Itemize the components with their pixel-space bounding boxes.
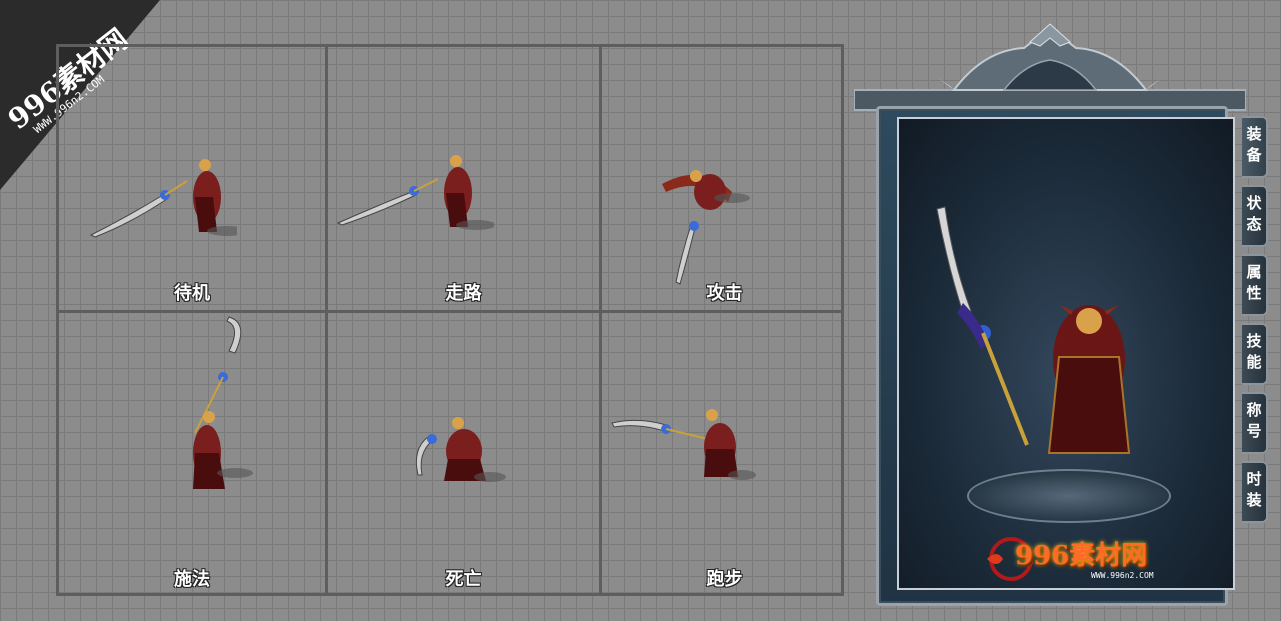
cast-character-sprite xyxy=(193,316,253,489)
sprite-cell-cast: 施法 xyxy=(59,313,325,596)
tab-fashion[interactable]: 时装 xyxy=(1242,461,1268,523)
cell-label: 跑步 xyxy=(706,569,743,590)
sprite-cell-walk: 走路 xyxy=(328,47,599,310)
character-view: 996素材网 WWW.996n2.COM xyxy=(897,117,1235,590)
sprite-cell-attack: 攻击 xyxy=(602,47,847,310)
logo-url: WWW.996n2.COM xyxy=(1091,571,1154,580)
tab-skills[interactable]: 技能 xyxy=(1242,323,1268,385)
logo-text: 996素材网 xyxy=(1015,541,1148,571)
site-logo: 996素材网 WWW.996n2.COM xyxy=(981,529,1181,589)
character-panel: 996素材网 WWW.996n2.COM 装备 状态 属性 技能 称号 时装 xyxy=(850,20,1275,610)
cell-label: 待机 xyxy=(174,283,210,304)
cell-label: 攻击 xyxy=(706,283,743,304)
attack-character-sprite xyxy=(662,170,750,285)
tab-status[interactable]: 状态 xyxy=(1242,185,1268,247)
character-frame: 996素材网 WWW.996n2.COM xyxy=(876,106,1235,606)
tab-attributes[interactable]: 属性 xyxy=(1242,254,1268,316)
ornate-crown-frame xyxy=(854,23,1246,111)
character-model xyxy=(936,206,1131,454)
cell-label: 施法 xyxy=(174,569,210,590)
sprite-grid: 待机 走路 攻击 施法 死亡 跑步 xyxy=(56,44,844,596)
sprite-cell-death: 死亡 xyxy=(328,313,599,596)
sprite-cell-idle: 待机 xyxy=(59,47,325,310)
tab-equipment[interactable]: 装备 xyxy=(1242,116,1268,178)
run-character-sprite xyxy=(611,409,756,480)
death-character-sprite xyxy=(415,417,506,482)
tab-titles[interactable]: 称号 xyxy=(1242,392,1268,454)
sprite-cell-run: 跑步 xyxy=(602,313,847,596)
character-pedestal xyxy=(967,469,1171,523)
idle-character-sprite xyxy=(89,159,237,238)
cell-label: 走路 xyxy=(445,283,482,304)
panel-tabs: 装备 状态 属性 技能 称号 时装 xyxy=(1242,116,1272,530)
cell-label: 死亡 xyxy=(445,569,482,590)
walk-character-sprite xyxy=(336,155,494,230)
